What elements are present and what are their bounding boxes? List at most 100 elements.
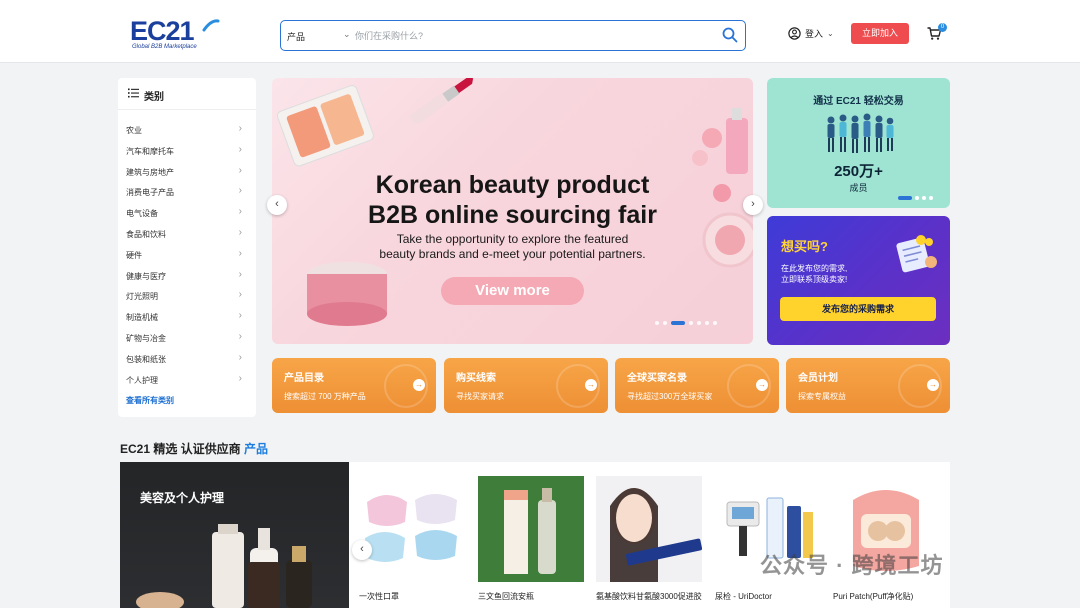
hero-subtitle-line: Take the opportunity to explore the feat… xyxy=(396,232,629,246)
list-icon xyxy=(128,88,139,98)
category-item[interactable]: 制造机械 › xyxy=(118,308,256,329)
category-item[interactable]: 汽车和摩托车 › xyxy=(118,142,256,163)
quick-card-catalog[interactable]: 产品目录 搜索超过 700 万种产品 → xyxy=(272,358,436,413)
chevron-down-icon[interactable]: ⌄ xyxy=(343,29,351,40)
product-card[interactable]: 氨基酸饮料甘氨酸3000促进胶 xyxy=(596,476,702,601)
hero-banner[interactable]: Korean beauty product B2B online sourcin… xyxy=(272,78,753,344)
category-item[interactable]: 健康与医疗 › xyxy=(118,267,256,288)
document-hand-icon xyxy=(896,235,937,273)
promo-bot-title: 想买吗? xyxy=(781,239,828,254)
promo-bot-text: 在此发布您的需求, 立即联系顶级卖家! xyxy=(781,263,847,285)
category-item[interactable]: 食品和饮料 › xyxy=(118,225,256,246)
category-item[interactable]: 消费电子产品 › xyxy=(118,183,256,204)
search-input[interactable] xyxy=(355,25,695,46)
search-category-select[interactable]: 产品 xyxy=(287,30,305,43)
search-icon[interactable] xyxy=(721,26,739,44)
product-image xyxy=(596,476,702,582)
carousel-dot-active[interactable] xyxy=(671,321,685,325)
category-item[interactable]: 硬件 › xyxy=(118,246,256,267)
category-header: 类别 xyxy=(118,78,256,110)
panel-title: 美容及个人护理 xyxy=(140,491,225,505)
chevron-down-icon: ⌄ xyxy=(827,29,834,38)
category-item[interactable]: 电气设备 › xyxy=(118,204,256,225)
carousel-dot[interactable] xyxy=(655,321,659,325)
ec21-logo[interactable]: EC21 Global B2B Marketplace xyxy=(130,16,222,54)
carousel-next-button[interactable]: › xyxy=(743,195,763,215)
ampoule-image xyxy=(478,476,584,582)
chevron-right-icon: › xyxy=(238,268,242,280)
category-item[interactable]: 包装和纸张 › xyxy=(118,350,256,371)
join-button[interactable]: 立即加入 xyxy=(851,23,909,44)
face-masks-image xyxy=(359,476,465,582)
hero-title-line: Korean beauty product xyxy=(375,171,650,199)
category-item[interactable]: 矿物与冶金 › xyxy=(118,329,256,350)
cosmetic-bottles-image xyxy=(136,524,312,608)
carousel-dot[interactable] xyxy=(705,321,709,325)
hero-subtitle-line: beauty brands and e-meet your potential … xyxy=(379,247,646,261)
category-item-label: 建筑与房地产 xyxy=(126,167,174,177)
chevron-right-icon: › xyxy=(238,247,242,259)
promo-dot[interactable] xyxy=(929,196,933,200)
category-item[interactable]: 个人护理 › xyxy=(118,371,256,392)
carousel-indicators xyxy=(655,321,717,325)
view-more-button[interactable]: View more xyxy=(441,277,584,305)
carousel-dot[interactable] xyxy=(697,321,701,325)
carousel-dot[interactable] xyxy=(713,321,717,325)
user-icon xyxy=(788,27,801,40)
promo-title: 通过 EC21 轻松交易 xyxy=(813,96,904,107)
hero-subtitle: Take the opportunity to explore the feat… xyxy=(272,232,753,262)
product-name: Puri Patch(Puff净化贴) xyxy=(833,592,914,601)
beauty-category-panel[interactable]: 美容及个人护理 xyxy=(120,462,349,608)
category-item-label: 个人护理 xyxy=(126,375,158,385)
chevron-right-icon: › xyxy=(238,330,242,342)
site-header: EC21 Global B2B Marketplace 产品 ⌄ 登入 ⌄ 立即… xyxy=(0,0,1080,63)
wechat-watermark: 公众号 · 跨境工坊 xyxy=(760,553,944,578)
view-all-categories-link[interactable]: 查看所有类别 xyxy=(126,395,174,406)
category-item-label: 消费电子产品 xyxy=(126,188,174,198)
chevron-right-icon: › xyxy=(238,143,242,155)
category-item-label: 汽车和摩托车 xyxy=(126,146,174,156)
quick-card-membership[interactable]: 会员计划 探索专属权益 → xyxy=(786,358,950,413)
quick-card-sub: 寻找买家请求 xyxy=(456,392,504,401)
login-menu[interactable]: 登入 ⌄ xyxy=(788,27,834,40)
promo-bot-line: 立即联系顶级卖家! xyxy=(781,275,848,284)
featured-products-strip: 一次性口罩 三文鱼回流安瓶 氨基酸饮料甘氨酸3000促进胶 尿检 - UriDo… xyxy=(349,462,950,608)
category-item-label: 制造机械 xyxy=(126,313,158,323)
category-item[interactable]: 建筑与房地产 › xyxy=(118,163,256,184)
logo-text: EC21 xyxy=(130,16,195,46)
category-item[interactable]: 灯光照明 › xyxy=(118,287,256,308)
product-card[interactable]: 三文鱼回流安瓶 xyxy=(478,476,584,601)
carousel-prev-button[interactable]: ‹ xyxy=(267,195,287,215)
category-item[interactable]: 农业 › xyxy=(118,121,256,142)
carousel-dot[interactable] xyxy=(663,321,667,325)
quick-card-title: 产品目录 xyxy=(284,373,324,384)
category-item-label: 农业 xyxy=(126,126,142,135)
quick-card-title: 会员计划 xyxy=(798,373,838,384)
chevron-right-icon: › xyxy=(238,289,242,301)
cream-jar-image xyxy=(307,262,387,326)
category-item-label: 食品和饮料 xyxy=(126,229,166,239)
arrow-right-icon[interactable]: → xyxy=(756,379,768,391)
quick-card-buying-leads[interactable]: 购买线索 寻找买家请求 → xyxy=(444,358,608,413)
promo-dot-active[interactable] xyxy=(898,196,912,200)
category-item-label: 健康与医疗 xyxy=(126,271,166,281)
arrow-right-icon[interactable]: → xyxy=(927,379,939,391)
chevron-right-icon: › xyxy=(238,164,242,176)
category-list: 农业 › 汽车和摩托车 › 建筑与房地产 › 消费电子产品 › 电气设备 › 食品和饮料 ›… xyxy=(118,121,256,391)
product-name: 氨基酸饮料甘氨酸3000促进胶 xyxy=(596,592,702,601)
product-name: 一次性口罩 xyxy=(359,592,399,601)
members-promo-card[interactable]: 通过 EC21 轻松交易 250万+ 成员 xyxy=(767,78,950,208)
post-buying-request-button[interactable]: 发布您的采购需求 xyxy=(780,297,936,321)
product-image xyxy=(478,476,584,582)
promo-dot[interactable] xyxy=(922,196,926,200)
products-prev-button[interactable]: ‹ xyxy=(352,540,372,560)
product-card[interactable]: 一次性口罩 xyxy=(359,476,465,601)
promo-dot[interactable] xyxy=(915,196,919,200)
carousel-dot[interactable] xyxy=(689,321,693,325)
arrow-right-icon[interactable]: → xyxy=(413,379,425,391)
quick-card-buyer-directory[interactable]: 全球买家名录 寻找超过300万全球买家 → xyxy=(615,358,779,413)
hero-title-line: B2B online sourcing fair xyxy=(368,201,657,229)
arrow-right-icon[interactable]: → xyxy=(585,379,597,391)
chevron-right-icon: › xyxy=(238,123,242,134)
cart-count-badge: 0 xyxy=(938,23,947,32)
